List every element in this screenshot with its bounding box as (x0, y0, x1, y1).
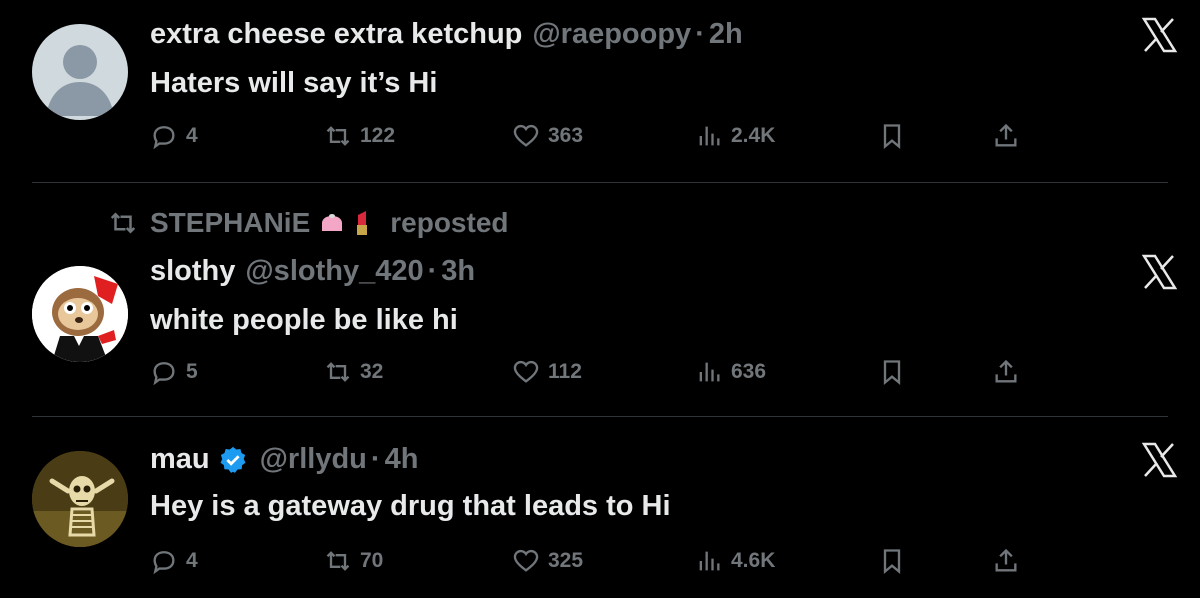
like-button[interactable]: 363 (512, 116, 583, 156)
handle[interactable]: @slothy_420 (245, 255, 423, 288)
reply-count: 4 (186, 549, 198, 572)
repost-icon (110, 212, 136, 234)
heart-icon (513, 549, 539, 572)
bookmark-icon (883, 124, 901, 149)
separator: · (370, 443, 381, 475)
avatar[interactable] (32, 451, 128, 547)
views-icon (699, 126, 720, 146)
timestamp[interactable]: 3h (441, 255, 475, 288)
purse-emoji-icon (318, 209, 346, 237)
timestamp[interactable]: 2h (709, 18, 743, 51)
skeleton-avatar-icon (32, 451, 128, 547)
like-count: 325 (548, 549, 584, 572)
x-logo-icon[interactable] (1138, 439, 1180, 481)
verified-badge-icon (218, 445, 248, 475)
lipstick-emoji-icon (348, 209, 376, 237)
views-button[interactable]: 636 (695, 352, 766, 392)
like-count: 112 (548, 360, 582, 383)
default-avatar-icon (46, 45, 114, 116)
action-bar: 4 122 363 2.4K (150, 116, 1050, 156)
reposter-name[interactable]: STEPHANiE (150, 207, 310, 239)
bookmark-button[interactable] (878, 116, 914, 156)
handle[interactable]: @raepoopy (532, 18, 691, 51)
like-count: 363 (548, 124, 584, 147)
share-icon (995, 548, 1017, 572)
handle[interactable]: @rllydu (260, 443, 367, 476)
repost-icon (326, 362, 350, 382)
views-button[interactable]: 4.6K (695, 541, 775, 581)
repost-count: 122 (360, 124, 396, 147)
reply-icon (153, 551, 175, 575)
repost-count: 70 (360, 549, 384, 572)
views-count: 636 (731, 360, 767, 383)
reply-count: 4 (186, 124, 198, 147)
heart-icon (513, 360, 539, 383)
repost-button[interactable]: 32 (324, 352, 383, 392)
repost-context[interactable]: STEPHANiE reposted (108, 207, 509, 239)
x-logo-icon[interactable] (1138, 14, 1180, 56)
bookmark-icon (883, 360, 901, 385)
views-count: 2.4K (731, 124, 776, 147)
reply-icon (153, 362, 175, 386)
repost-button[interactable]: 122 (324, 116, 395, 156)
share-button[interactable] (992, 541, 1028, 581)
repost-icon (326, 551, 350, 571)
views-icon (699, 362, 720, 382)
share-icon (995, 359, 1017, 383)
tweet-header: slothy @slothy_420 · 3h (150, 255, 475, 288)
bookmark-button[interactable] (878, 352, 914, 392)
tweet-2[interactable]: STEPHANiE reposted slothy @slothy_420 · … (0, 183, 1200, 416)
share-icon (995, 123, 1017, 147)
sloth-avatar-icon (32, 266, 128, 362)
reposted-label: reposted (390, 207, 509, 238)
tweet-header: extra cheese extra ketchup @raepoopy · 2… (150, 18, 743, 51)
bookmark-icon (883, 549, 901, 574)
views-icon (699, 551, 720, 571)
views-count: 4.6K (731, 549, 776, 572)
share-button[interactable] (992, 352, 1028, 392)
display-name[interactable]: slothy (150, 255, 235, 288)
action-bar: 5 32 112 636 (150, 352, 1050, 392)
display-name[interactable]: mau (150, 443, 210, 476)
separator: · (695, 18, 705, 50)
repost-button[interactable]: 70 (324, 541, 383, 581)
repost-icon (326, 126, 350, 146)
views-button[interactable]: 2.4K (695, 116, 775, 156)
x-logo-icon[interactable] (1138, 251, 1180, 293)
repost-count: 32 (360, 360, 384, 383)
like-button[interactable]: 112 (512, 352, 582, 392)
reply-button[interactable]: 5 (150, 352, 198, 392)
display-name[interactable]: extra cheese extra ketchup (150, 18, 522, 51)
timestamp[interactable]: 4h (385, 443, 419, 476)
avatar[interactable] (32, 266, 128, 362)
reply-button[interactable]: 4 (150, 116, 198, 156)
tweet-text: Haters will say it’s Hi (150, 67, 438, 99)
tweet-text: Hey is a gateway drug that leads to Hi (150, 490, 671, 522)
tweet-1[interactable]: extra cheese extra ketchup @raepoopy · 2… (0, 0, 1200, 182)
reply-icon (153, 126, 175, 150)
like-button[interactable]: 325 (512, 541, 583, 581)
tweet-text: white people be like hi (150, 304, 458, 336)
action-bar: 4 70 325 4.6K (150, 541, 1050, 581)
bookmark-button[interactable] (878, 541, 914, 581)
heart-icon (513, 124, 539, 147)
share-button[interactable] (992, 116, 1028, 156)
tweet-header: mau @rllydu · 4h (150, 443, 418, 476)
tweet-3[interactable]: mau @rllydu · 4h Hey is a gateway drug t… (0, 417, 1200, 598)
reply-button[interactable]: 4 (150, 541, 198, 581)
separator: · (427, 255, 438, 287)
reply-count: 5 (186, 360, 198, 383)
avatar[interactable] (32, 24, 128, 120)
